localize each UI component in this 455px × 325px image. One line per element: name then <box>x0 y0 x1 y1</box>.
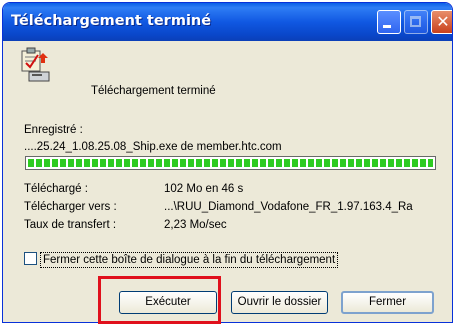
destination-label: Télécharger vers : <box>24 201 117 213</box>
close-when-done-checkbox[interactable] <box>24 252 37 265</box>
destination-value: ...\RUU_Diamond_Vodafone_FR_1.97.163.4_R… <box>164 201 413 213</box>
header-message: Téléchargement terminé <box>91 85 216 97</box>
transfer-rate-label: Taux de transfert : <box>24 219 117 231</box>
minimize-button[interactable] <box>377 10 401 34</box>
download-complete-dialog: Téléchargement terminé ✕ Téléchargement … <box>2 2 453 323</box>
saved-label: Enregistré : <box>24 124 83 136</box>
open-folder-button-label: Ouvrir le dossier <box>237 296 322 308</box>
close-window-button[interactable]: ✕ <box>431 10 452 34</box>
window-title: Téléchargement terminé <box>11 13 212 29</box>
minimize-icon <box>383 25 391 28</box>
close-when-done-label[interactable]: Fermer cette boîte de dialogue à la fin … <box>40 252 339 268</box>
close-button-label: Fermer <box>368 296 407 308</box>
downloaded-value: 102 Mo en 46 s <box>164 183 244 195</box>
maximize-button <box>404 10 428 34</box>
title-bar[interactable]: Téléchargement terminé ✕ <box>3 3 452 41</box>
open-folder-button[interactable]: Ouvrir le dossier <box>231 291 328 314</box>
progress-fill <box>28 159 433 167</box>
close-icon: ✕ <box>436 12 450 31</box>
download-progress-bar <box>25 156 436 170</box>
execute-highlight-box <box>98 276 221 324</box>
transfer-rate-value: 2,23 Mo/sec <box>164 219 227 231</box>
maximize-icon <box>410 16 421 27</box>
saved-source: ....25.24_1.08.25.08_Ship.exe de member.… <box>24 141 282 153</box>
download-complete-icon <box>19 47 53 83</box>
downloaded-label: Téléchargé : <box>24 183 88 195</box>
close-button[interactable]: Fermer <box>341 291 434 314</box>
